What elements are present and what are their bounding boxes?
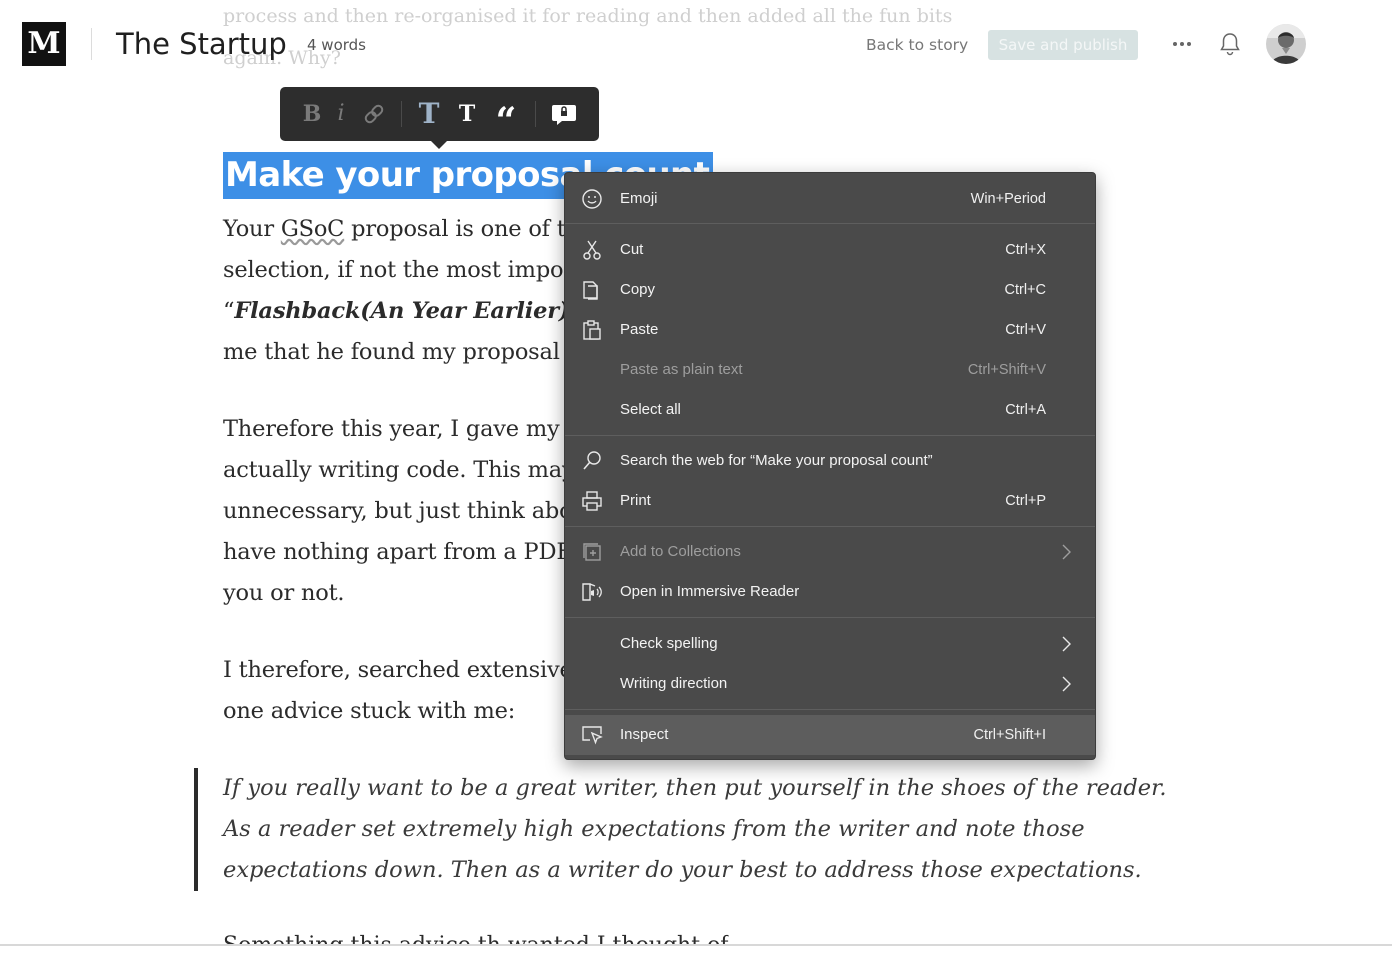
publication-title[interactable]: The Startup (116, 26, 287, 62)
paragraph-line: have nothing apart from a PDF (223, 539, 572, 565)
menu-item-shortcut: Ctrl+P (1005, 493, 1046, 509)
menu-item-label: Paste as plain text (620, 361, 743, 378)
paragraph-2[interactable]: Therefore this year, I gave my p actuall… (223, 409, 581, 614)
menu-separator (565, 617, 1095, 618)
link-icon[interactable] (360, 96, 388, 132)
collections-icon (581, 541, 603, 563)
medium-logo[interactable]: M (22, 22, 66, 66)
small-heading-button[interactable]: T (454, 96, 480, 132)
menu-item-shortcut: Ctrl+Shift+I (973, 727, 1046, 743)
quote-line: As a reader set extremely high expectati… (223, 816, 1085, 842)
menu-item-label: Cut (620, 241, 644, 258)
chevron-right-icon (1059, 544, 1073, 560)
format-toolbar: B i T T “ (280, 87, 599, 149)
copy-icon (581, 279, 603, 301)
top-header: M The Startup 4 words Back to story Save… (0, 0, 1392, 90)
menu-item-cut[interactable]: Cut Ctrl+X (565, 230, 1095, 270)
paragraph-line: you or not. (223, 580, 345, 606)
paste-icon (581, 319, 603, 341)
header-divider (91, 28, 92, 60)
scissors-icon (581, 239, 603, 261)
menu-item-label: Select all (620, 401, 681, 418)
paragraph-line: Your GSoC proposal is one of th (223, 216, 580, 242)
menu-item-shortcut: Ctrl+C (1004, 282, 1047, 298)
paragraph-line: I therefore, searched extensive (223, 657, 573, 683)
italic-text: Flashback(An Year Earlier) (234, 298, 570, 324)
menu-separator (565, 223, 1095, 224)
print-icon (581, 490, 603, 512)
toolbar-separator (401, 101, 402, 127)
paragraph-line: unnecessary, but just think abo (223, 498, 573, 524)
emoji-icon (581, 188, 603, 210)
word-count: 4 words (307, 36, 366, 54)
menu-item-label: Add to Collections (620, 543, 741, 560)
menu-item-paste[interactable]: Paste Ctrl+V (565, 310, 1095, 350)
avatar[interactable] (1266, 24, 1306, 64)
menu-item-shortcut: Ctrl+V (1005, 322, 1046, 338)
menu-item-shortcut: Win+Period (970, 191, 1046, 207)
menu-item-copy[interactable]: Copy Ctrl+C (565, 270, 1095, 310)
menu-item-emoji[interactable]: Emoji Win+Period (565, 179, 1095, 219)
menu-separator (565, 709, 1095, 710)
chevron-right-icon (1059, 636, 1073, 652)
menu-item-label: Search the web for “Make your proposal c… (620, 452, 933, 469)
save-and-publish-button[interactable]: Save and publish (988, 30, 1138, 60)
large-heading-button[interactable]: T (414, 96, 444, 132)
blockquote[interactable]: If you really want to be a great writer,… (194, 768, 1167, 891)
menu-item-label: Check spelling (620, 635, 718, 652)
menu-separator (565, 526, 1095, 527)
menu-item-label: Print (620, 492, 651, 509)
menu-item-writing-direction[interactable]: Writing direction (565, 664, 1095, 704)
paragraph-line: selection, if not the most impor (223, 257, 574, 283)
bell-icon[interactable] (1218, 31, 1242, 57)
spellcheck-word[interactable]: GSoC (281, 216, 345, 242)
menu-item-label: Emoji (620, 190, 658, 207)
more-dots-icon[interactable] (1171, 34, 1193, 54)
immersive-reader-icon (581, 581, 603, 603)
paragraph-3[interactable]: I therefore, searched extensive one advi… (223, 650, 573, 732)
menu-separator (565, 435, 1095, 436)
bold-button[interactable]: B (300, 96, 324, 132)
menu-item-paste-plain-text: Paste as plain text Ctrl+Shift+V (565, 350, 1095, 390)
search-icon (581, 450, 603, 472)
menu-item-add-to-collections: Add to Collections (565, 532, 1095, 572)
inspect-icon (581, 724, 603, 746)
back-to-story-link[interactable]: Back to story (866, 35, 968, 55)
menu-item-label: Copy (620, 281, 656, 298)
menu-item-shortcut: Ctrl+X (1005, 242, 1046, 258)
quote-line: expectations down. Then as a writer do y… (223, 857, 1142, 883)
next-paragraph-peek: Something this advice th wanted I though… (223, 933, 729, 958)
paragraph-line: me that he found my proposal (223, 339, 560, 365)
menu-item-immersive-reader[interactable]: Open in Immersive Reader (565, 572, 1095, 612)
paragraph-1[interactable]: Your GSoC proposal is one of th selectio… (223, 209, 581, 373)
menu-item-select-all[interactable]: Select all Ctrl+A (565, 390, 1095, 430)
menu-item-shortcut: Ctrl+Shift+V (967, 362, 1046, 378)
context-menu: Emoji Win+Period Cut Ctrl+X Copy Ctrl+C … (564, 172, 1096, 760)
chevron-right-icon (1059, 676, 1073, 692)
quote-line: If you really want to be a great writer,… (223, 775, 1167, 801)
toolbar-separator (535, 101, 536, 127)
menu-item-print[interactable]: Print Ctrl+P (565, 481, 1095, 521)
paragraph-line: “Flashback(An Year Earlier)” (223, 298, 581, 324)
menu-item-label: Writing direction (620, 675, 728, 692)
paragraph-line: Therefore this year, I gave my p (223, 416, 581, 442)
paragraph-line: actually writing code. This may (223, 457, 575, 483)
private-note-icon[interactable] (550, 96, 578, 132)
menu-item-label: Paste (620, 321, 659, 338)
toolbar-pointer (431, 141, 447, 149)
menu-item-shortcut: Ctrl+A (1005, 402, 1046, 418)
paragraph-line: one advice stuck with me: (223, 698, 516, 724)
menu-item-label: Open in Immersive Reader (620, 583, 800, 600)
quote-button[interactable]: “ (492, 96, 520, 142)
menu-item-search-web[interactable]: Search the web for “Make your proposal c… (565, 441, 1095, 481)
menu-item-check-spelling[interactable]: Check spelling (565, 624, 1095, 664)
menu-item-label: Inspect (620, 726, 669, 743)
italic-button[interactable]: i (332, 96, 350, 132)
menu-item-inspect[interactable]: Inspect Ctrl+Shift+I (565, 715, 1095, 755)
